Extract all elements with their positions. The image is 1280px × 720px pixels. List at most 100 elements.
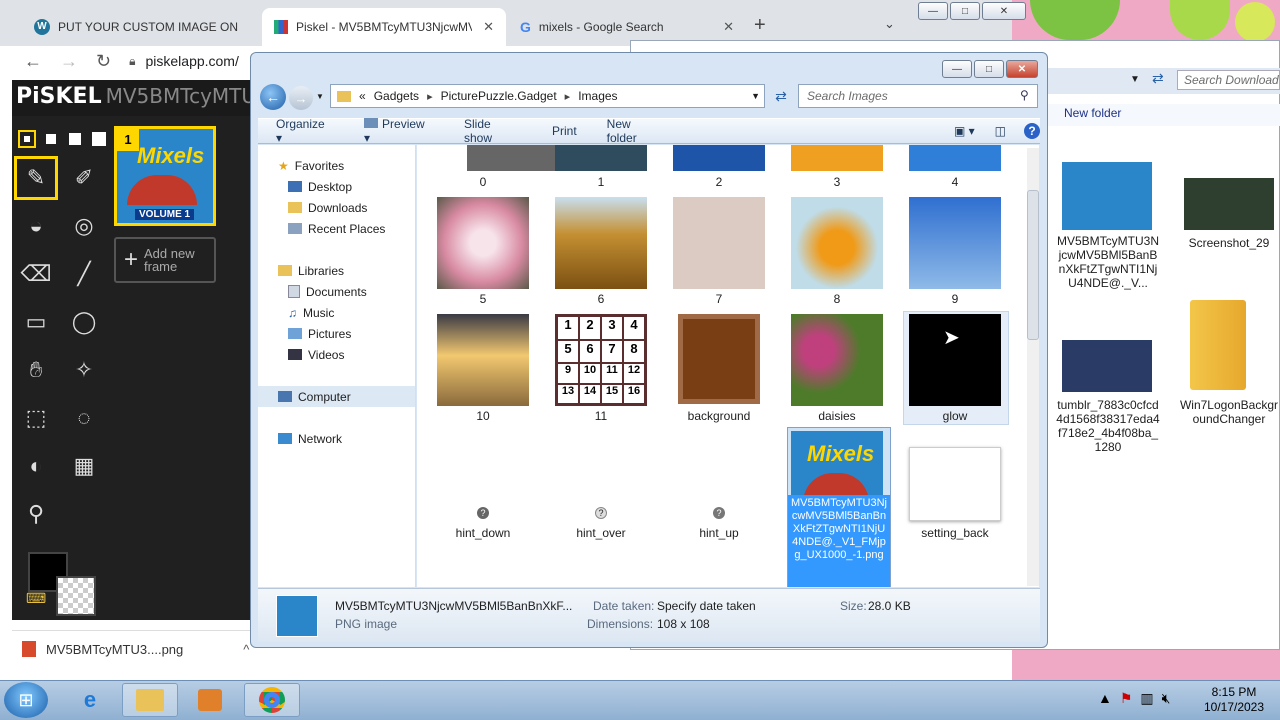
recent-pages-icon[interactable]: ▼ (316, 92, 324, 101)
mirror-pen-tool-icon[interactable]: ✐ (62, 156, 106, 200)
file-label[interactable]: 7 (660, 292, 778, 306)
network-tray-icon[interactable]: ▥ (1140, 690, 1153, 707)
nav-desktop[interactable]: Desktop (258, 176, 415, 197)
file-label[interactable]: 5 (424, 292, 542, 306)
downloads-item-win7logon[interactable]: Win7LogonBackgroundChanger (1178, 398, 1280, 426)
rectangle-tool-icon[interactable]: ▭ (14, 300, 58, 344)
back-icon[interactable]: ← (24, 51, 42, 72)
dither-tool-icon[interactable]: ▦ (62, 444, 106, 488)
file-thumb-2[interactable] (673, 145, 765, 171)
start-button[interactable]: ⊞ (4, 682, 48, 718)
details-date-value[interactable]: Specify date taken (657, 599, 756, 613)
lasso-select-icon[interactable]: ◌ (62, 396, 106, 440)
breadcrumb-picturepuzzle[interactable]: PicturePuzzle.Gadget (441, 89, 557, 103)
move-tool-icon[interactable]: ✋︎ (14, 348, 58, 392)
downloads-item-tumblr[interactable]: tumblr_7883c0cfcd4d1568f38317eda4f718e2_… (1056, 398, 1160, 456)
slideshow-button[interactable]: Slide show (464, 117, 522, 145)
file-thumb-setting-back[interactable] (909, 447, 1001, 521)
file-thumb-11[interactable]: 1 2 3 4 5 6 7 8 9 10 11 12 13 14 15 16 (555, 314, 647, 406)
file-label[interactable]: hint_over (542, 526, 660, 540)
file-label[interactable]: hint_up (660, 526, 778, 540)
file-label[interactable]: 0 (424, 175, 542, 189)
show-hidden-icons[interactable]: ▲ (1098, 690, 1112, 707)
minimize-button[interactable]: — (918, 2, 948, 20)
file-thumb-5[interactable] (437, 197, 529, 289)
address-dropdown-icon[interactable]: ▼ (751, 91, 760, 101)
nav-downloads[interactable]: Downloads (258, 197, 415, 218)
taskbar-clock[interactable]: 8:15 PM 10/17/2023 (1196, 685, 1272, 715)
file-label[interactable]: 11 (542, 409, 660, 423)
nav-music[interactable]: ♫ Music (258, 302, 415, 323)
file-thumb-10[interactable] (437, 314, 529, 406)
nav-computer[interactable]: Computer (258, 386, 415, 407)
rect-select-icon[interactable]: ⬚ (14, 396, 58, 440)
file-thumb-0[interactable] (467, 145, 559, 171)
refresh-icon[interactable]: ⇄ (1152, 70, 1164, 87)
breadcrumb-gadgets[interactable]: Gadgets (374, 89, 419, 103)
add-frame-button[interactable]: + Add new frame (114, 237, 216, 283)
lighten-tool-icon[interactable]: ◐ (14, 444, 58, 488)
back-icon[interactable]: ← (260, 84, 286, 110)
pen-tool-icon[interactable]: ✎ (14, 156, 58, 200)
new-tab-button[interactable]: + (754, 14, 766, 37)
nav-recent-places[interactable]: Recent Places (258, 218, 415, 239)
file-label[interactable]: 4 (896, 175, 1014, 189)
close-button[interactable]: ✕ (982, 2, 1026, 20)
stroke-tool-icon[interactable]: ╱ (62, 252, 106, 296)
file-thumb-8[interactable] (791, 197, 883, 289)
nav-documents[interactable]: Documents (258, 281, 415, 302)
file-thumb-3[interactable] (791, 145, 883, 171)
search-input[interactable]: Search Images (798, 84, 1038, 108)
flag-icon[interactable]: ⚑ (1120, 690, 1133, 707)
views-button[interactable]: ▣ ▾ (954, 124, 975, 138)
file-label[interactable]: 2 (660, 175, 778, 189)
pen-size-4[interactable] (90, 130, 108, 148)
pen-size-3[interactable] (66, 130, 84, 148)
file-thumb-background[interactable] (678, 314, 760, 404)
downloads-item-mixels[interactable]: MV5BMTcyMTU3NjcwMV5BMl5BanBnXkFtZTgwNTI1… (1056, 234, 1160, 294)
download-item[interactable]: MV5BMTcyMTU3....png ^ (22, 636, 249, 662)
internet-explorer-icon[interactable]: e (62, 683, 118, 717)
help-icon[interactable]: ? (1024, 123, 1040, 139)
file-rename-field[interactable]: MV5BMTcyMTU3NjcwMV5BMl5BanBnXkFtZTgwNTI1… (788, 495, 890, 587)
file-label[interactable]: daisies (778, 409, 896, 423)
file-thumb-1[interactable] (555, 145, 647, 171)
downloads-item-screenshot[interactable]: Screenshot_29 (1178, 236, 1280, 250)
keyboard-icon[interactable]: ⌨ (26, 590, 56, 610)
eraser-icon[interactable]: ⌫ (14, 252, 58, 296)
maximize-button[interactable]: □ (974, 60, 1004, 78)
hint-over-icon[interactable]: ? (595, 507, 607, 519)
reload-icon[interactable]: ↻ (96, 51, 111, 72)
nav-pictures[interactable]: Pictures (258, 323, 415, 344)
maximize-button[interactable]: □ (950, 2, 980, 20)
pen-size-2[interactable] (42, 130, 60, 148)
hint-up-icon[interactable]: ? (713, 507, 725, 519)
tab-search-icon[interactable]: ⌄ (884, 16, 895, 32)
print-button[interactable]: Print (552, 124, 577, 138)
file-thumb-9[interactable] (909, 197, 1001, 289)
file-thumb-6[interactable] (555, 197, 647, 289)
screenshot-thumbnail[interactable] (1184, 178, 1274, 230)
breadcrumb-images[interactable]: Images (578, 89, 617, 103)
file-label[interactable]: 8 (778, 292, 896, 306)
organize-button[interactable]: Organize ▾ (276, 117, 334, 145)
downloads-search-input[interactable]: Search Download (1177, 70, 1280, 90)
color-picker-icon[interactable]: ⚲ (14, 492, 58, 536)
preview-button[interactable]: Preview ▾ (364, 117, 434, 145)
forward-icon[interactable]: → (289, 86, 313, 110)
file-label[interactable]: glow (896, 409, 1014, 423)
close-tab-icon[interactable]: ✕ (483, 19, 494, 35)
chrome-taskbar-icon[interactable] (244, 683, 300, 717)
paint-all-icon[interactable]: ◎ (62, 204, 106, 248)
nav-libraries[interactable]: Libraries (258, 260, 415, 281)
mixels-thumbnail[interactable] (1062, 162, 1152, 230)
preview-pane-icon[interactable]: ◫ (995, 124, 1006, 138)
nav-network[interactable]: Network (258, 428, 415, 449)
hint-down-icon[interactable]: ? (477, 507, 489, 519)
file-label[interactable]: 10 (424, 409, 542, 423)
file-label[interactable]: hint_down (424, 526, 542, 540)
file-thumb-4[interactable] (909, 145, 1001, 171)
file-label[interactable]: 9 (896, 292, 1014, 306)
file-label[interactable]: 6 (542, 292, 660, 306)
file-label[interactable]: setting_back (896, 526, 1014, 540)
